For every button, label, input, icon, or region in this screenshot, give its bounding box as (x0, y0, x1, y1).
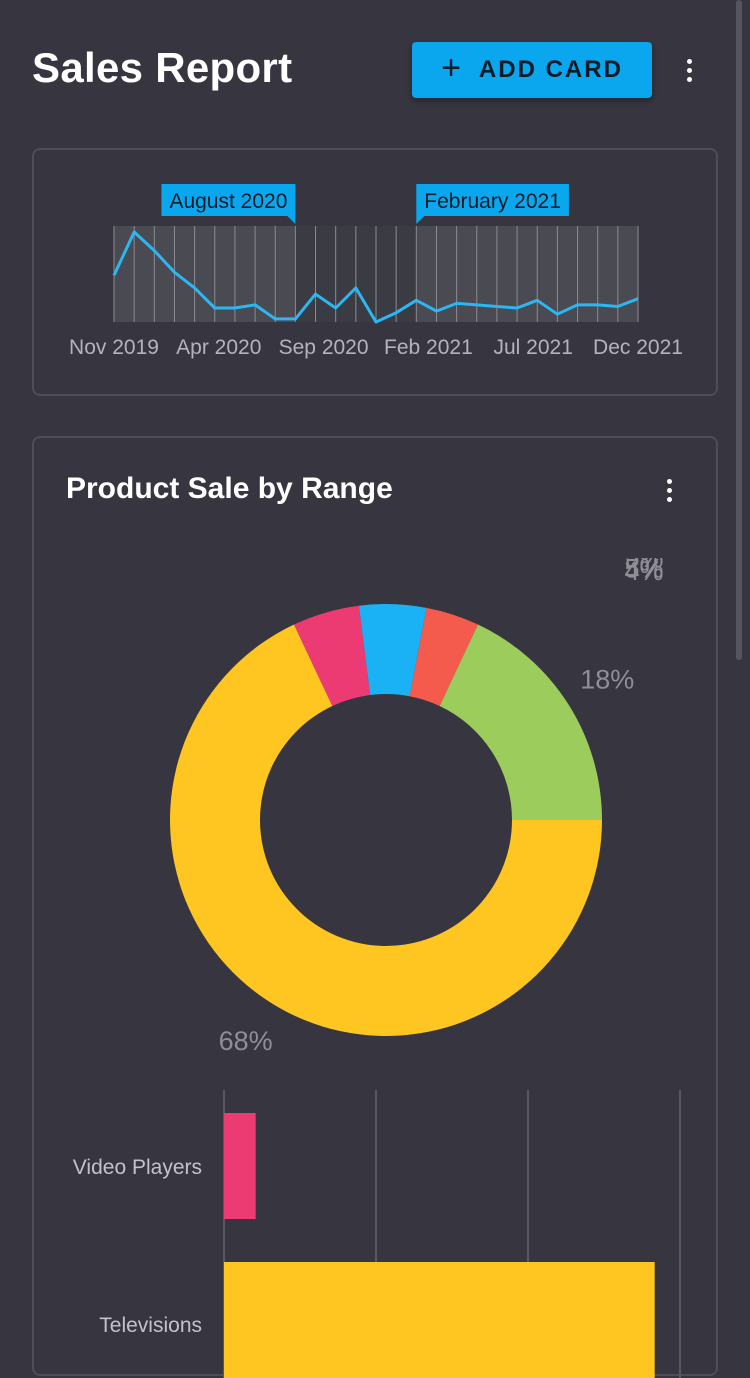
range-start-flag-text: August 2020 (169, 190, 287, 213)
timeline-axis-label: Nov 2019 (69, 336, 159, 359)
timeline-card: August 2020 February 2021 Nov 2019 Apr 2020… (32, 148, 718, 396)
more-options-icon[interactable] (679, 52, 699, 88)
plus-icon: + (441, 49, 463, 87)
app-header: Sales Report + ADD CARD (0, 0, 750, 140)
card-title: Product Sale by Range (66, 472, 393, 505)
timeline-chart[interactable]: August 2020 February 2021 Nov 2019 Apr 2020… (34, 150, 716, 394)
scrollbar[interactable] (736, 0, 742, 660)
bar-chart: Video PlayersTelevisions (73, 1090, 681, 1378)
timeline-axis-label: Jul 2021 (493, 336, 572, 359)
donut-data-label: 18% (580, 665, 634, 695)
donut-data-label: 4% (624, 558, 663, 586)
range-start-flag-pointer (287, 216, 296, 224)
timeline-axis-label: Sep 2020 (279, 336, 369, 359)
add-card-button[interactable]: + ADD CARD (412, 42, 652, 98)
range-start-flag: August 2020 (161, 184, 296, 224)
donut-data-label: 68% (219, 1026, 273, 1056)
product-sale-card: Product Sale by Range 68% 5% 5% 4% 18% Video… (32, 436, 718, 1378)
timeline-axis-label: Feb 2021 (384, 336, 473, 359)
range-end-flag-pointer (416, 216, 425, 224)
bar-category-label: Video Players (73, 1156, 202, 1179)
timeline-axis-label: Dec 2021 (593, 336, 683, 359)
card-more-options-icon[interactable] (659, 472, 679, 508)
range-end-flag: February 2021 (416, 184, 569, 224)
range-end-flag-text: February 2021 (424, 190, 561, 213)
page-title: Sales Report (32, 44, 293, 91)
add-card-label: ADD CARD (478, 56, 623, 83)
timeline-axis-label: Apr 2020 (176, 336, 261, 359)
bar (224, 1262, 655, 1378)
bar (224, 1113, 256, 1219)
